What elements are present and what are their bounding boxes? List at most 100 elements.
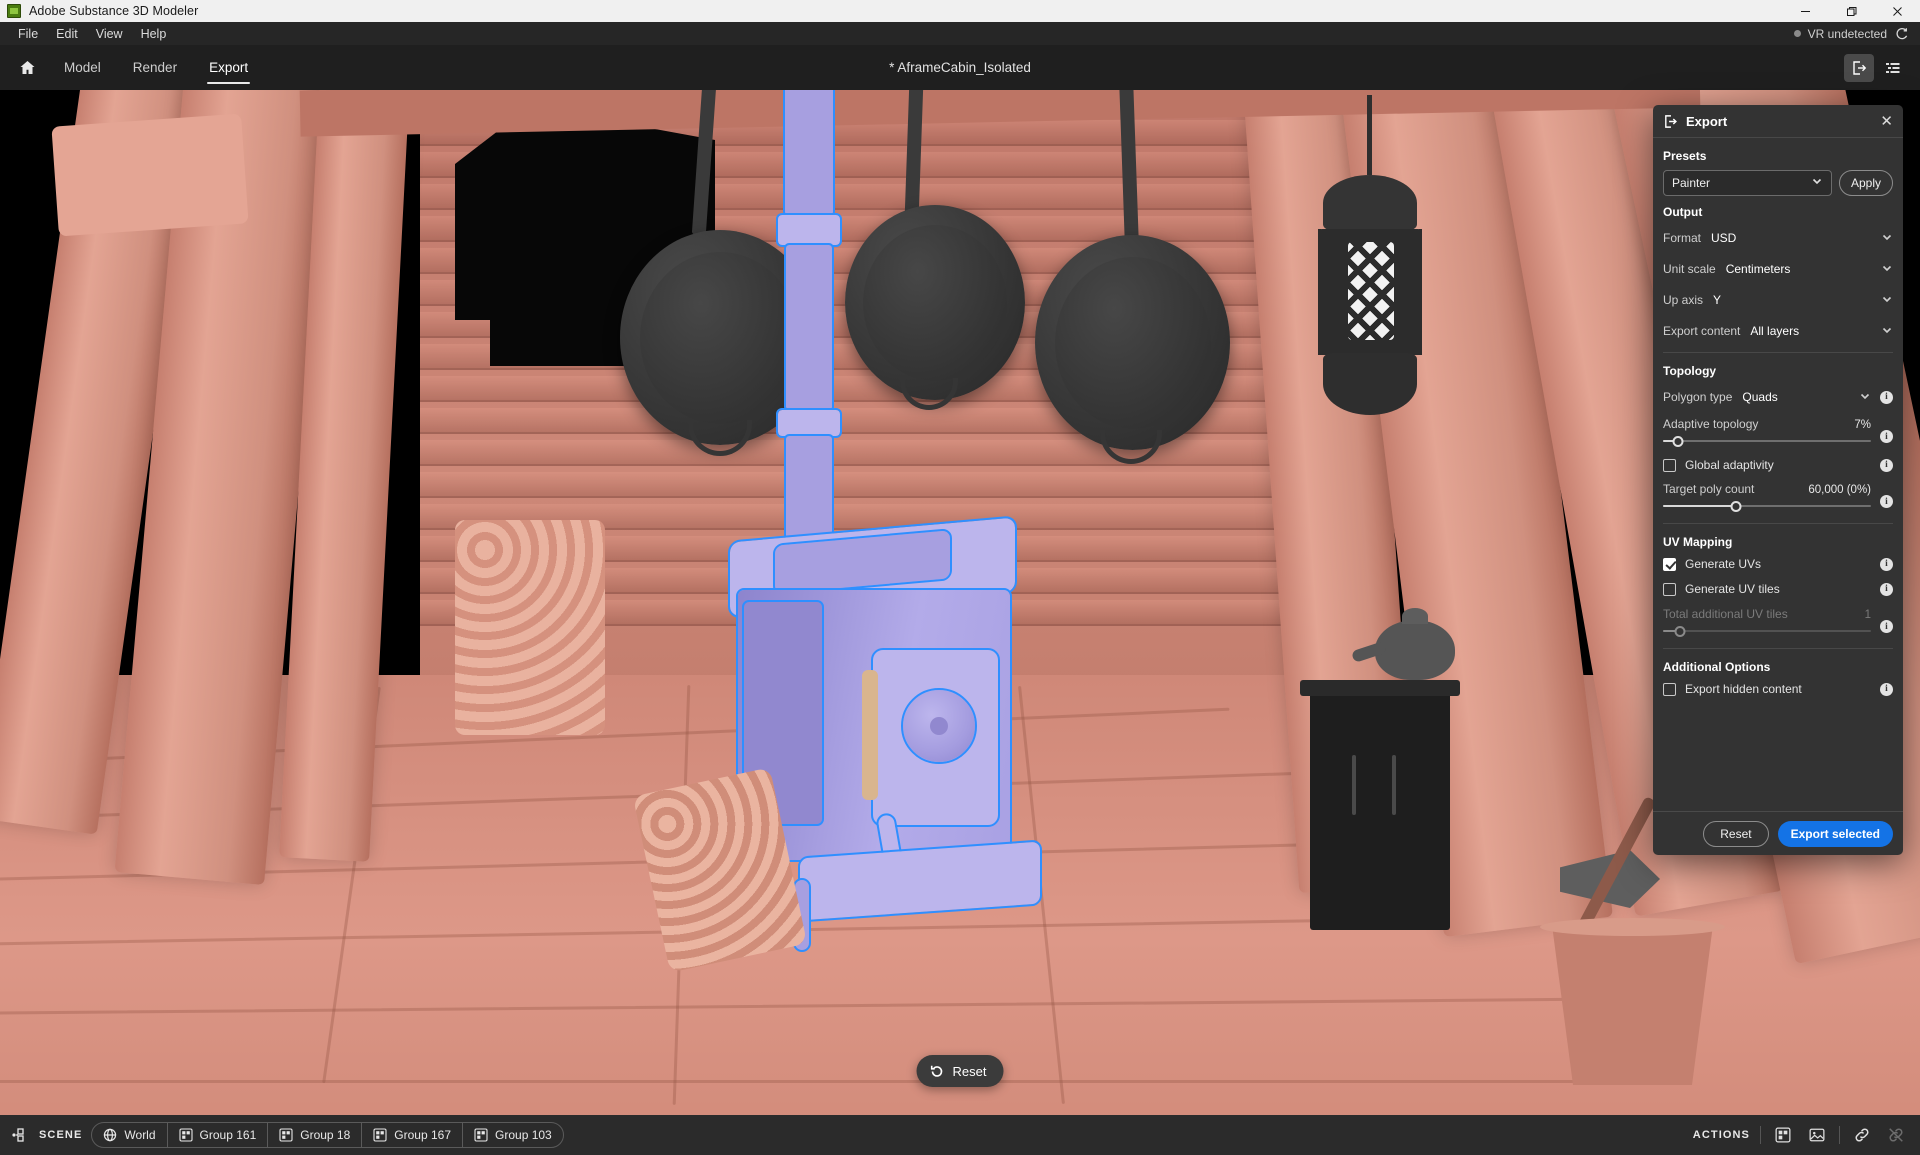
uv-mapping-section-title: UV Mapping bbox=[1663, 535, 1733, 549]
global-adaptivity-checkbox[interactable] bbox=[1663, 458, 1676, 472]
adaptive-topology-slider[interactable] bbox=[1663, 434, 1871, 448]
chevron-down-icon bbox=[1859, 390, 1871, 405]
info-icon[interactable]: i bbox=[1880, 582, 1893, 596]
unit-scale-dropdown[interactable]: Unit scale Centimeters bbox=[1663, 258, 1893, 280]
info-icon[interactable]: i bbox=[1880, 430, 1893, 443]
export-content-value: All layers bbox=[1750, 324, 1800, 338]
up-axis-dropdown[interactable]: Up axis Y bbox=[1663, 289, 1893, 311]
chevron-down-icon bbox=[1811, 175, 1823, 190]
group-icon[interactable] bbox=[1771, 1123, 1795, 1147]
scene-pan bbox=[1035, 235, 1230, 450]
group-icon bbox=[474, 1128, 488, 1142]
menu-view[interactable]: View bbox=[87, 22, 132, 45]
group-icon bbox=[279, 1128, 293, 1142]
divider bbox=[1760, 1126, 1761, 1144]
export-reset-button[interactable]: Reset bbox=[1703, 820, 1769, 847]
target-poly-count-slider[interactable] bbox=[1663, 499, 1871, 513]
polygon-type-dropdown[interactable]: Polygon type Quads bbox=[1663, 386, 1871, 408]
scene-teapot bbox=[1375, 620, 1455, 680]
export-content-dropdown[interactable]: Export content All layers bbox=[1663, 320, 1893, 342]
additional-options-section-title: Additional Options bbox=[1663, 660, 1771, 674]
unit-scale-value: Centimeters bbox=[1725, 262, 1791, 276]
tab-model-label: Model bbox=[64, 60, 101, 75]
tab-render-label: Render bbox=[132, 60, 178, 75]
export-panel: Export ✕ Presets Painter Apply Output Fo… bbox=[1653, 105, 1903, 855]
breadcrumb-item-group-161[interactable]: Group 161 bbox=[168, 1123, 269, 1147]
total-additional-uv-tiles-control: Total additional UV tiles 1 i bbox=[1663, 607, 1893, 638]
scene-label: SCENE bbox=[39, 1129, 83, 1141]
info-icon[interactable]: i bbox=[1880, 682, 1893, 696]
info-icon[interactable]: i bbox=[1880, 390, 1893, 404]
breadcrumb-item-world[interactable]: World bbox=[92, 1123, 168, 1147]
export-hidden-content-checkbox[interactable] bbox=[1663, 682, 1676, 696]
breadcrumb-item-group-18[interactable]: Group 18 bbox=[268, 1123, 363, 1147]
minimize-icon[interactable] bbox=[1782, 0, 1828, 22]
menu-help[interactable]: Help bbox=[132, 22, 176, 45]
actions-label: ACTIONS bbox=[1692, 1129, 1750, 1141]
polygon-type-value: Quads bbox=[1742, 390, 1778, 404]
scene-teapot-lid bbox=[1402, 608, 1428, 624]
global-adaptivity-label: Global adaptivity bbox=[1685, 458, 1774, 472]
target-poly-count-label: Target poly count bbox=[1663, 482, 1755, 496]
selected-object-chimney[interactable] bbox=[783, 90, 835, 217]
restore-icon[interactable] bbox=[1828, 0, 1874, 22]
globe-icon bbox=[103, 1128, 117, 1142]
link-icon[interactable] bbox=[1850, 1123, 1874, 1147]
info-icon[interactable]: i bbox=[1880, 620, 1893, 633]
breadcrumb-item-group-103[interactable]: Group 103 bbox=[463, 1123, 563, 1147]
scene-cabinet bbox=[1310, 690, 1450, 930]
export-panel-title: Export bbox=[1686, 113, 1728, 129]
export-hidden-content-label: Export hidden content bbox=[1685, 682, 1802, 696]
scene-block bbox=[51, 113, 249, 237]
generate-uv-tiles-checkbox[interactable] bbox=[1663, 582, 1676, 596]
info-icon[interactable]: i bbox=[1880, 495, 1893, 508]
breadcrumb-label: Group 18 bbox=[300, 1128, 351, 1142]
apply-preset-button[interactable]: Apply bbox=[1839, 169, 1893, 196]
presets-section-title: Presets bbox=[1663, 149, 1707, 163]
close-icon[interactable]: ✕ bbox=[1880, 114, 1893, 129]
selected-object-chimney-base[interactable] bbox=[784, 434, 834, 548]
selected-object-chimney-collar-2[interactable] bbox=[776, 408, 842, 438]
refresh-icon[interactable] bbox=[1894, 27, 1908, 41]
export-icon[interactable] bbox=[1844, 53, 1874, 82]
vr-status-label: VR undetected bbox=[1807, 26, 1887, 41]
group-icon bbox=[373, 1128, 387, 1142]
export-selected-button[interactable]: Export selected bbox=[1777, 820, 1893, 847]
rotate-ccw-icon bbox=[930, 1064, 945, 1079]
status-bar-left: SCENE World Group 161 Group 18 Group 167… bbox=[12, 1122, 564, 1148]
chevron-down-icon bbox=[1881, 293, 1893, 308]
chevron-down-icon bbox=[1881, 231, 1893, 246]
viewport-3d[interactable]: Reset bbox=[0, 90, 1920, 1115]
generate-uv-tiles-label: Generate UV tiles bbox=[1685, 582, 1780, 596]
selected-object-chimney-lower[interactable] bbox=[784, 243, 834, 412]
selected-object-chimney-collar[interactable] bbox=[776, 213, 842, 247]
menu-file[interactable]: File bbox=[9, 22, 47, 45]
total-additional-uv-tiles-slider[interactable] bbox=[1663, 624, 1871, 638]
home-icon[interactable] bbox=[6, 45, 48, 90]
generate-uvs-label: Generate UVs bbox=[1685, 557, 1762, 571]
scene-icon bbox=[12, 1128, 30, 1142]
preset-select-value: Painter bbox=[1672, 175, 1711, 190]
tab-model[interactable]: Model bbox=[48, 45, 117, 90]
tab-export[interactable]: Export bbox=[193, 45, 264, 90]
scene-lantern-dome bbox=[1323, 175, 1417, 231]
image-icon[interactable] bbox=[1805, 1123, 1829, 1147]
divider bbox=[1839, 1126, 1840, 1144]
menu-edit[interactable]: Edit bbox=[47, 22, 87, 45]
chevron-down-icon bbox=[1881, 324, 1893, 339]
tab-render[interactable]: Render bbox=[117, 45, 193, 90]
preset-select[interactable]: Painter bbox=[1663, 169, 1832, 196]
info-icon[interactable]: i bbox=[1880, 557, 1893, 571]
list-icon[interactable] bbox=[1878, 54, 1908, 82]
status-bar-right: ACTIONS bbox=[1693, 1123, 1908, 1147]
format-dropdown[interactable]: Format USD bbox=[1663, 227, 1893, 249]
scene-cabinet-handle bbox=[1352, 755, 1356, 815]
viewport-reset-button[interactable]: Reset bbox=[916, 1055, 1004, 1087]
scene-pan bbox=[845, 205, 1025, 400]
breadcrumb-item-group-167[interactable]: Group 167 bbox=[362, 1123, 464, 1147]
scene-lantern-base bbox=[1323, 353, 1417, 415]
close-icon[interactable] bbox=[1874, 0, 1920, 22]
export-panel-body: Presets Painter Apply Output Format USD bbox=[1653, 138, 1903, 811]
info-icon[interactable]: i bbox=[1880, 458, 1893, 472]
generate-uvs-checkbox[interactable] bbox=[1663, 557, 1676, 571]
